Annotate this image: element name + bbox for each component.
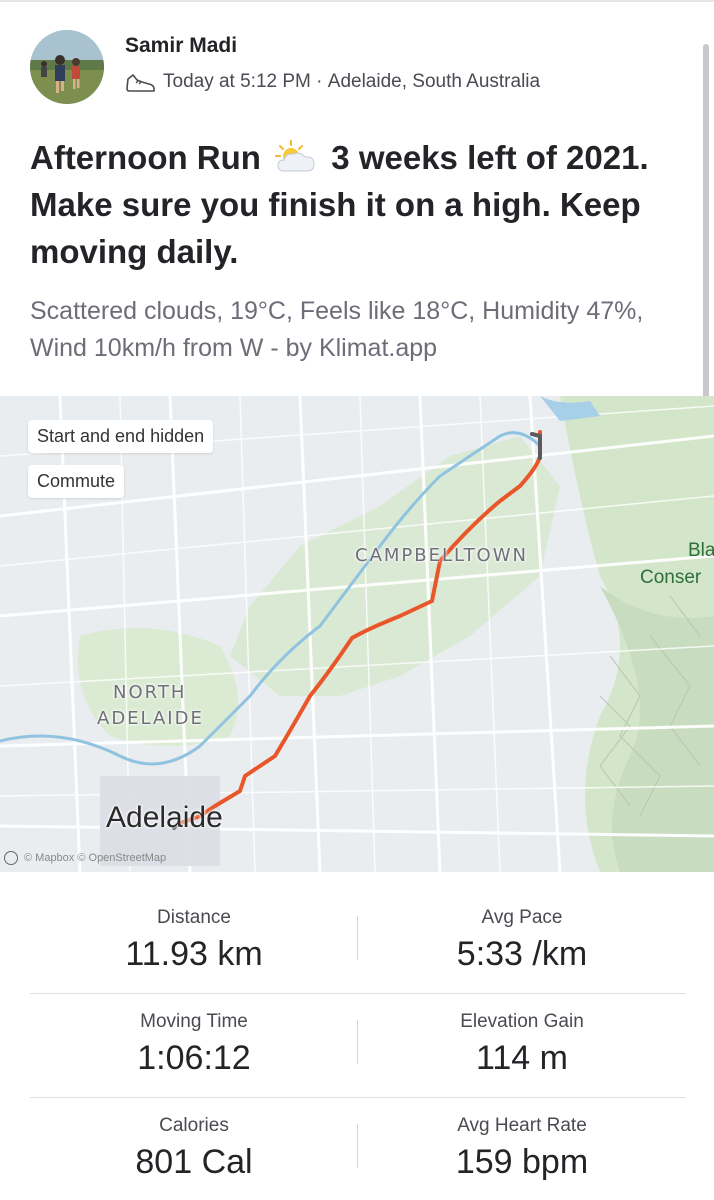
scrollbar[interactable] bbox=[703, 44, 709, 452]
stat-distance: Distance 11.93 km bbox=[30, 890, 358, 974]
stat-value: 11.93 km bbox=[125, 935, 263, 973]
athlete-name[interactable]: Samir Madi bbox=[125, 34, 237, 58]
activity-meta: Today at 5:12 PM · Adelaide, South Austr… bbox=[125, 70, 540, 94]
route-map[interactable]: Start and end hidden Commute CAMPBELLTOW… bbox=[0, 396, 714, 872]
activity-location: Adelaide, South Australia bbox=[327, 71, 541, 92]
stat-value: 5:33 /km bbox=[456, 935, 588, 973]
activity-timestamp: Today at 5:12 PM bbox=[163, 71, 311, 92]
top-divider bbox=[0, 0, 714, 2]
map-label-park-line2: Conser bbox=[640, 567, 702, 588]
activity-stats: Distance 11.93 km Avg Pace 5:33 /km Movi… bbox=[30, 890, 686, 1200]
map-attribution[interactable]: © Mapbox © OpenStreetMap bbox=[4, 851, 166, 865]
stat-label: Elevation Gain bbox=[460, 1011, 584, 1032]
stat-label: Calories bbox=[159, 1115, 229, 1136]
stat-avg-pace: Avg Pace 5:33 /km bbox=[358, 890, 686, 974]
commute-badge: Commute bbox=[28, 465, 125, 498]
stat-avg-heart-rate: Avg Heart Rate 159 bpm bbox=[358, 1098, 686, 1182]
map-label-city: Adelaide bbox=[106, 801, 223, 834]
stat-value: 114 m bbox=[476, 1039, 568, 1077]
map-label-north: NORTH bbox=[113, 682, 187, 703]
running-shoe-icon bbox=[125, 70, 157, 94]
stat-moving-time: Moving Time 1:06:12 bbox=[30, 994, 358, 1078]
activity-header: Samir Madi Today at 5:12 PM · Adelaide, … bbox=[30, 30, 690, 110]
sun-behind-cloud-icon bbox=[274, 139, 318, 175]
stat-label: Avg Pace bbox=[481, 907, 563, 928]
stats-row: Calories 801 Cal Avg Heart Rate 159 bpm bbox=[30, 1098, 686, 1200]
meta-separator: · bbox=[310, 71, 328, 92]
stat-label: Distance bbox=[157, 907, 231, 928]
map-label-campbelltown: CAMPBELLTOWN bbox=[355, 545, 528, 566]
stats-row: Moving Time 1:06:12 Elevation Gain 114 m bbox=[30, 994, 686, 1098]
mapbox-logo-icon bbox=[4, 851, 18, 865]
stat-label: Moving Time bbox=[140, 1011, 248, 1032]
start-end-hidden-badge: Start and end hidden bbox=[28, 420, 214, 453]
activity-description: Scattered clouds, 19°C, Feels like 18°C,… bbox=[30, 297, 644, 362]
activity-title-start: Afternoon Run bbox=[30, 139, 261, 176]
stats-row: Distance 11.93 km Avg Pace 5:33 /km bbox=[30, 890, 686, 994]
stat-elevation-gain: Elevation Gain 114 m bbox=[358, 994, 686, 1078]
stat-value: 801 Cal bbox=[135, 1143, 253, 1181]
map-label-park-line1: Bla bbox=[688, 540, 714, 561]
avatar[interactable] bbox=[30, 30, 104, 104]
stat-value: 1:06:12 bbox=[137, 1039, 251, 1077]
activity-title[interactable]: Afternoon Run 3 weeks left of 2021. Make… bbox=[30, 134, 690, 275]
stat-calories: Calories 801 Cal bbox=[30, 1098, 358, 1182]
attribution-text: © Mapbox © OpenStreetMap bbox=[24, 852, 167, 864]
map-label-adelaide: ADELAIDE bbox=[97, 708, 204, 729]
stat-label: Avg Heart Rate bbox=[457, 1115, 587, 1136]
stat-value: 159 bpm bbox=[455, 1143, 589, 1181]
